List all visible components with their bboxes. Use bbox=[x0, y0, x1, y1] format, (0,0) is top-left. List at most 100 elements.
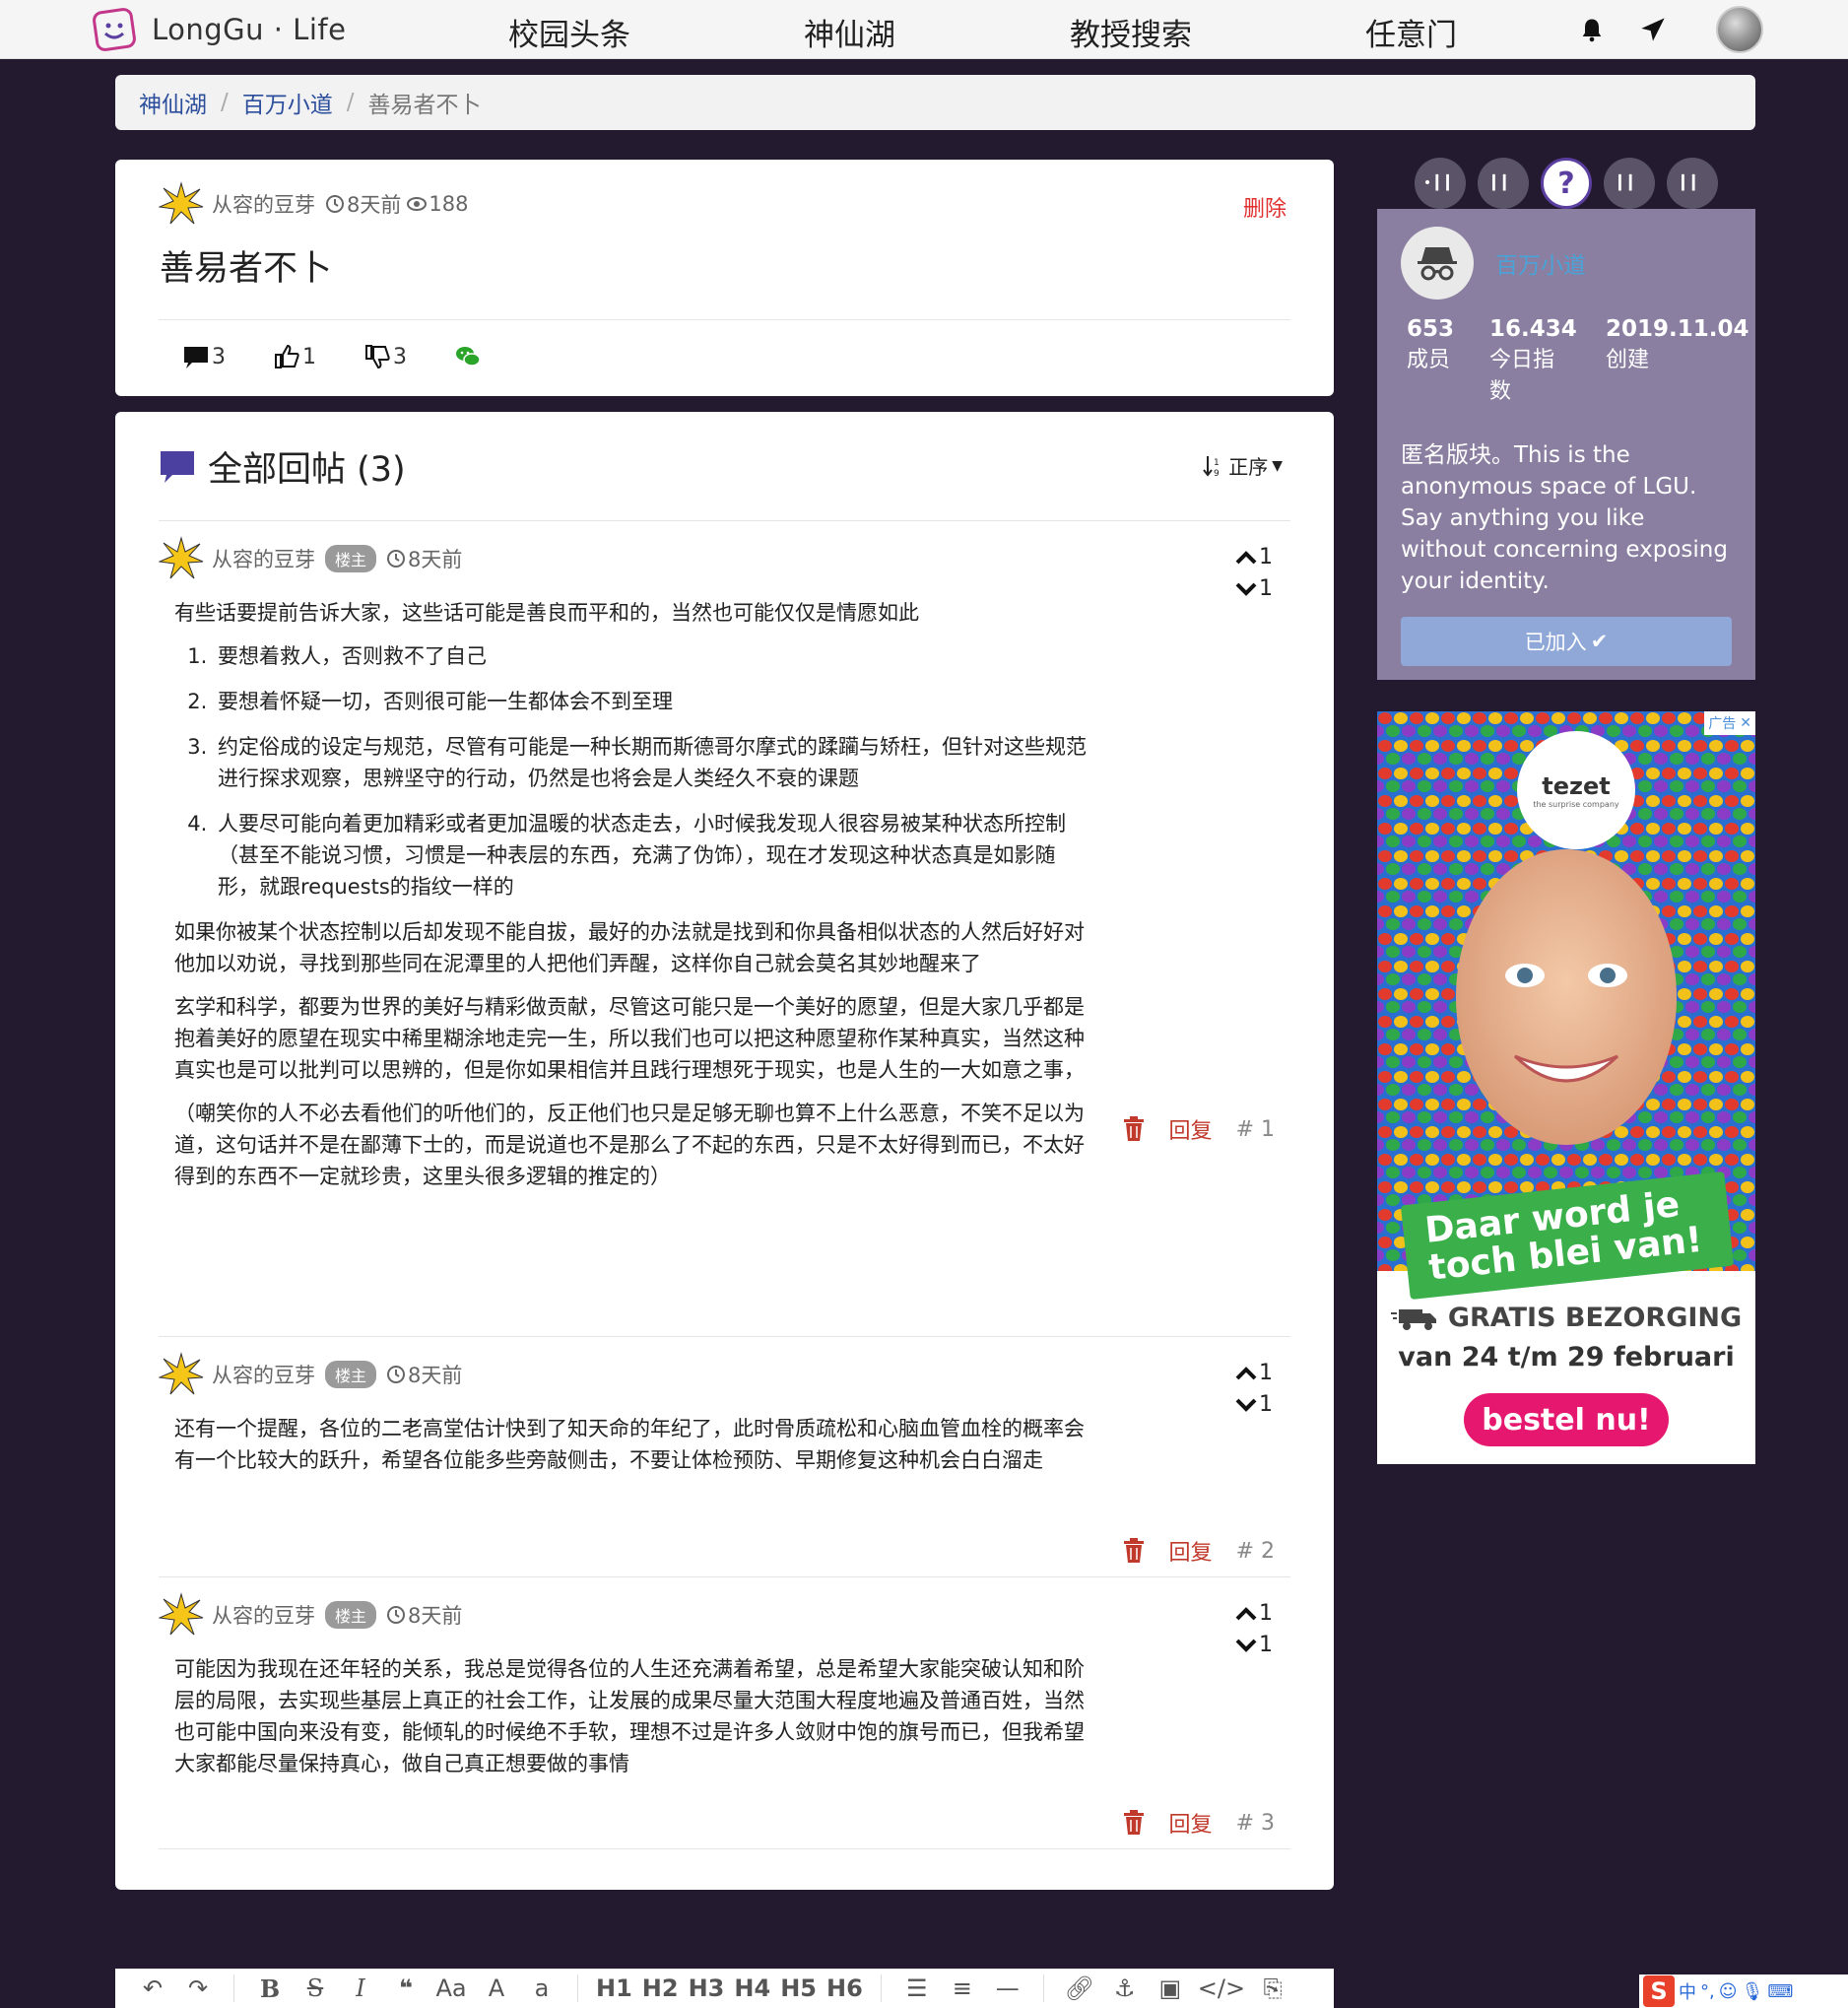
chevron-up-icon bbox=[1235, 551, 1257, 565]
floor-number: # 1 bbox=[1235, 1116, 1275, 1142]
upvote-button[interactable]: 1 bbox=[1235, 1358, 1273, 1389]
sort-dropdown[interactable]: 19 正序 ▼ bbox=[1203, 451, 1283, 480]
link-icon[interactable]: 🔗︎ bbox=[1062, 1969, 1097, 2008]
emoji-face-icon[interactable]: • ▎▎ bbox=[1415, 158, 1466, 209]
ad-brand-logo: tezet the surprise company bbox=[1517, 731, 1635, 849]
h4-button[interactable]: H4 bbox=[734, 1969, 770, 2008]
code-icon[interactable]: </> bbox=[1198, 1969, 1245, 2008]
nav-link-campus-news[interactable]: 校园头条 bbox=[508, 10, 630, 54]
ad-label[interactable]: 广告 ✕ bbox=[1704, 711, 1755, 735]
strikethrough-button[interactable]: S bbox=[297, 1969, 333, 2008]
h1-button[interactable]: H1 bbox=[596, 1969, 632, 2008]
author-name[interactable]: 从容的豆芽 bbox=[212, 544, 315, 573]
upvote-count: 1 bbox=[1259, 545, 1273, 569]
close-icon[interactable]: ✕ bbox=[1740, 715, 1751, 731]
h5-button[interactable]: H5 bbox=[780, 1969, 817, 2008]
advertisement[interactable]: 广告 ✕ tezet the surprise company Daar wor… bbox=[1377, 711, 1755, 1464]
punctuation-icon[interactable]: °, bbox=[1700, 1981, 1715, 2002]
nav-link-professor-search[interactable]: 教授搜索 bbox=[1070, 10, 1192, 54]
user-avatar[interactable] bbox=[1716, 6, 1763, 53]
reply-meta: 从容的豆芽 楼主 8天前 bbox=[159, 536, 468, 581]
redo-icon[interactable]: ↷ bbox=[180, 1969, 216, 2008]
author-name[interactable]: 从容的豆芽 bbox=[212, 1360, 315, 1389]
anchor-icon[interactable]: ⚓︎ bbox=[1107, 1969, 1143, 2008]
downvote-button[interactable]: 1 bbox=[1235, 1389, 1273, 1421]
reply-time-text: 8天前 bbox=[408, 1364, 463, 1387]
breadcrumb-link-board[interactable]: 百万小道 bbox=[242, 86, 333, 119]
like-button[interactable]: 1 bbox=[273, 343, 316, 370]
ad-shipping: GRATIS BEZORGING bbox=[1377, 1303, 1755, 1333]
nav-link-anywhere-door[interactable]: 任意门 bbox=[1365, 10, 1457, 54]
h6-button[interactable]: H6 bbox=[826, 1969, 863, 2008]
file-icon[interactable]: ⎘ bbox=[1255, 1969, 1290, 2008]
joined-button[interactable]: 已加入 ✔ bbox=[1401, 617, 1732, 666]
svg-text:1: 1 bbox=[1214, 458, 1220, 468]
emoji-face-icon[interactable]: ▎▎ bbox=[1604, 158, 1655, 209]
upvote-button[interactable]: 1 bbox=[1235, 542, 1273, 573]
reply-button[interactable]: 回复 bbox=[1169, 1113, 1213, 1145]
reply-item: 从容的豆芽 楼主 8天前 1 1 有些话要提前告诉大家，这些话可能是善良而平和的… bbox=[159, 536, 1290, 1226]
ime-logo[interactable]: S bbox=[1643, 1975, 1675, 2007]
trash-icon[interactable] bbox=[1122, 1538, 1146, 1564]
delete-post-button[interactable]: 删除 bbox=[1243, 191, 1287, 223]
upvote-button[interactable]: 1 bbox=[1235, 1598, 1273, 1630]
h3-button[interactable]: H3 bbox=[689, 1969, 725, 2008]
stat-value: 16.434 bbox=[1489, 316, 1577, 342]
brand[interactable]: LongGu · Life bbox=[93, 6, 346, 53]
horizontal-rule-icon[interactable]: — bbox=[990, 1969, 1025, 2008]
bullet-list-icon[interactable]: ☰ bbox=[899, 1969, 935, 2008]
author-name[interactable]: 从容的豆芽 bbox=[212, 189, 315, 219]
sort-icon: 19 bbox=[1203, 455, 1220, 478]
toolbar-separator bbox=[1042, 1975, 1044, 2002]
undo-icon[interactable]: ↶ bbox=[135, 1969, 170, 2008]
breadcrumb-link-shenxianhu[interactable]: 神仙湖 bbox=[139, 86, 207, 119]
author-avatar-icon[interactable] bbox=[159, 536, 204, 581]
microphone-icon[interactable]: 🎙︎ bbox=[1742, 1981, 1764, 2002]
ad-dates: van 24 t/m 29 februari bbox=[1398, 1342, 1735, 1372]
author-name[interactable]: 从容的豆芽 bbox=[212, 1600, 315, 1630]
dislike-button[interactable]: 3 bbox=[363, 343, 407, 370]
bell-icon[interactable] bbox=[1578, 16, 1606, 43]
font-size-button[interactable]: Aa bbox=[433, 1969, 469, 2008]
image-icon[interactable]: ▣ bbox=[1153, 1969, 1188, 2008]
clock-icon bbox=[387, 1606, 406, 1624]
wechat-share-button[interactable] bbox=[454, 343, 482, 370]
emoji-face-icon[interactable]: ▎▎ bbox=[1478, 158, 1529, 209]
trash-icon[interactable] bbox=[1122, 1116, 1146, 1142]
comment-icon bbox=[161, 450, 194, 483]
bold-button[interactable]: B bbox=[252, 1969, 288, 2008]
downvote-button[interactable]: 1 bbox=[1235, 573, 1273, 605]
emoji-face-icon[interactable]: ▎▎ bbox=[1667, 158, 1718, 209]
reply-button[interactable]: 回复 bbox=[1169, 1535, 1213, 1567]
nav-link-shenxianhu[interactable]: 神仙湖 bbox=[804, 10, 895, 54]
stat-label: 今日指数 bbox=[1489, 348, 1555, 404]
reply-paragraph: （嘲笑你的人不必去看他们的听他们的，反正他们也只是足够无聊也算不上什么恶意，不笑… bbox=[174, 1102, 1085, 1188]
ime-language[interactable]: 中 bbox=[1679, 1978, 1696, 2004]
italic-button[interactable]: I bbox=[343, 1969, 378, 2008]
thumbs-down-icon bbox=[365, 345, 390, 369]
keyboard-icon[interactable]: ⌨ bbox=[1767, 1981, 1793, 2002]
divider bbox=[159, 319, 1290, 320]
quote-icon[interactable]: ❝ bbox=[388, 1969, 424, 2008]
h2-button[interactable]: H2 bbox=[642, 1969, 679, 2008]
send-icon[interactable] bbox=[1639, 16, 1667, 43]
eye-icon bbox=[407, 197, 428, 211]
trash-icon[interactable] bbox=[1122, 1810, 1146, 1836]
ad-brand-name: tezet bbox=[1542, 771, 1611, 800]
post-views: 188 bbox=[407, 192, 468, 216]
board-name-link[interactable]: 百万小道 bbox=[1495, 246, 1586, 280]
post-title: 善易者不卜 bbox=[160, 249, 333, 289]
reply-button[interactable]: 回复 bbox=[1169, 1807, 1213, 1839]
author-avatar-icon[interactable] bbox=[159, 1592, 204, 1638]
lowercase-icon[interactable]: a bbox=[524, 1969, 560, 2008]
author-avatar-icon[interactable] bbox=[159, 181, 204, 227]
numbered-list-icon[interactable]: ≡ bbox=[945, 1969, 980, 2008]
ad-order-button[interactable]: bestel nu! bbox=[1464, 1393, 1669, 1446]
uppercase-icon[interactable]: A bbox=[479, 1969, 514, 2008]
emoji-question-icon[interactable]: ? bbox=[1541, 158, 1592, 209]
emoji-icon[interactable]: ☺ bbox=[1719, 1981, 1738, 2002]
floor-number: # 2 bbox=[1235, 1538, 1275, 1564]
downvote-button[interactable]: 1 bbox=[1235, 1630, 1273, 1661]
comment-count-button[interactable]: 3 bbox=[182, 343, 226, 370]
author-avatar-icon[interactable] bbox=[159, 1352, 204, 1397]
